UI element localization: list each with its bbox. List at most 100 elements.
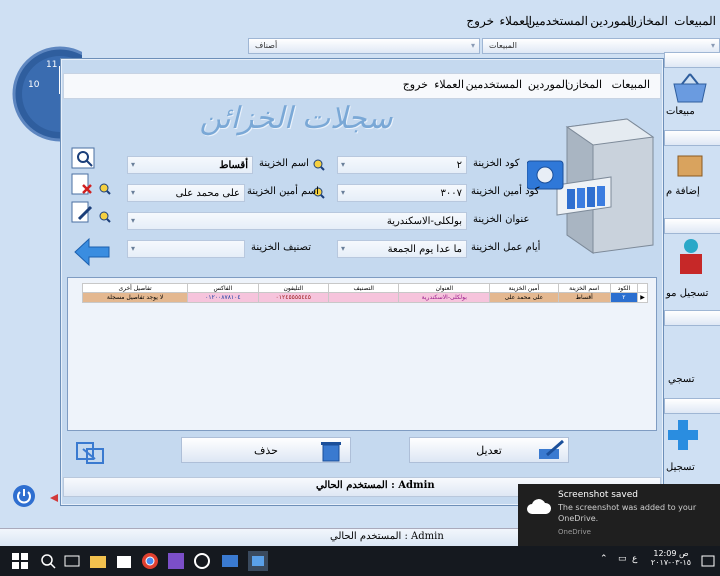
menu-suppliers[interactable]: الموردين bbox=[528, 78, 568, 91]
name-field[interactable]: أقساط bbox=[127, 156, 253, 174]
col-phone[interactable]: التليفون bbox=[257, 283, 329, 293]
windows-start-icon[interactable] bbox=[10, 551, 30, 571]
keeper-name-label: اسم أمين الخزينة bbox=[247, 186, 319, 197]
menu-stores[interactable]: المخازن bbox=[565, 78, 602, 91]
notifications-icon[interactable] bbox=[698, 551, 718, 571]
code-field[interactable]: ٢ bbox=[337, 156, 467, 174]
bg-menu-exit[interactable]: خروج bbox=[466, 14, 494, 28]
search-icon[interactable] bbox=[99, 211, 111, 223]
toast-title: Screenshot saved bbox=[558, 490, 639, 500]
cell-name[interactable]: أقساط bbox=[557, 292, 611, 303]
bg-menubar: المبيعات المخازن الموردين المستخدمين الع… bbox=[0, 10, 720, 36]
bg-panel-items-title: أصناف bbox=[255, 41, 278, 50]
menu-customers[interactable]: العملاء bbox=[434, 78, 464, 91]
language-indicator[interactable]: ع bbox=[632, 554, 637, 564]
bg-menu-stores[interactable]: المخازن bbox=[628, 14, 668, 28]
bg-status-text: المستخدم الحالي : Admin bbox=[330, 531, 444, 542]
chevron-down-icon[interactable]: ▾ bbox=[128, 160, 138, 170]
table-row[interactable]: ▶ ٢ أقساط على محمد على بولكلى-الاسكندرية… bbox=[81, 292, 648, 303]
search-record-icon[interactable] bbox=[71, 147, 97, 171]
col-name[interactable]: اسم الخزينة bbox=[557, 283, 611, 293]
menu-exit[interactable]: خروج bbox=[403, 78, 428, 91]
col-details[interactable]: تفاصيل أخرى bbox=[81, 283, 189, 293]
chevron-down-icon[interactable]: ▾ bbox=[711, 39, 715, 53]
bg-menu-sales[interactable]: المبيعات bbox=[674, 14, 716, 28]
address-field[interactable]: بولكلى-الاسكندرية bbox=[127, 212, 467, 230]
power-icon[interactable] bbox=[12, 484, 36, 508]
chevron-down-icon[interactable]: ▾ bbox=[338, 244, 348, 254]
bg-menu-suppliers[interactable]: الموردين bbox=[590, 14, 634, 28]
treasury-records-window: المبيعات المخازن الموردين المستخدمين الع… bbox=[60, 58, 664, 506]
network-icon[interactable]: ▭ bbox=[618, 554, 627, 564]
search-icon[interactable] bbox=[38, 551, 58, 571]
table-header-row: الكود اسم الخزينة أمين الخزينة العنوان ا… bbox=[81, 283, 648, 293]
file-explorer-icon[interactable] bbox=[88, 551, 108, 571]
keeper-code-field[interactable]: ٣٠٠٧ bbox=[337, 184, 467, 202]
cell-address[interactable]: بولكلى-الاسكندرية bbox=[398, 292, 491, 303]
chevron-down-icon[interactable]: ▾ bbox=[128, 188, 138, 198]
col-code[interactable]: الكود bbox=[609, 283, 639, 293]
back-arrow-icon[interactable] bbox=[73, 237, 111, 267]
col-fax[interactable]: الفاكس bbox=[187, 283, 259, 293]
menu-users[interactable]: المستخدمين bbox=[466, 78, 522, 91]
col-class[interactable]: التصنيف bbox=[327, 283, 400, 293]
bg-sidebar-head-4 bbox=[664, 310, 720, 326]
export-icon[interactable] bbox=[75, 441, 105, 465]
active-app-icon[interactable] bbox=[248, 551, 268, 571]
cell-code[interactable]: ٢ bbox=[609, 292, 639, 303]
search-icon[interactable] bbox=[313, 159, 325, 171]
visual-studio-icon[interactable] bbox=[166, 551, 186, 571]
bg-sidebar-register-2[interactable]: تسجي bbox=[668, 374, 695, 385]
search-icon[interactable] bbox=[99, 183, 111, 195]
col-address[interactable]: العنوان bbox=[398, 283, 491, 293]
store-icon[interactable] bbox=[114, 551, 134, 571]
box-icon[interactable] bbox=[674, 150, 708, 180]
pencil-icon bbox=[539, 439, 564, 459]
task-view-icon[interactable] bbox=[62, 551, 82, 571]
keeper-code-label: كود أمين الخزينة bbox=[471, 186, 540, 197]
chevron-down-icon[interactable]: ▾ bbox=[128, 244, 138, 254]
tray-clock[interactable]: 12:09 ص ١٥-٠٣-٢٠١٧ bbox=[648, 549, 694, 567]
bg-sidebar-sales[interactable]: مبيعات bbox=[666, 106, 695, 117]
col-keeper[interactable]: أمين الخزينة bbox=[489, 283, 559, 293]
cell-phone[interactable]: ٠١٢٤٥٥٥٥٤٤٥ bbox=[257, 292, 329, 303]
tray-arrow-icon[interactable]: ⌃ bbox=[600, 554, 608, 564]
chrome-icon[interactable] bbox=[140, 551, 160, 571]
medical-cross-icon[interactable] bbox=[668, 416, 698, 456]
records-table[interactable]: الكود اسم الخزينة أمين الخزينة العنوان ا… bbox=[81, 283, 648, 303]
bg-sidebar-add[interactable]: إضافة م bbox=[666, 186, 700, 197]
delete-search-icon[interactable] bbox=[71, 173, 97, 197]
class-label: تصنيف الخزينة bbox=[251, 242, 311, 253]
menu-sales[interactable]: المبيعات bbox=[612, 78, 650, 91]
row-selector-arrow-icon[interactable]: ▶ bbox=[637, 292, 648, 303]
bg-sidebar: مبيعات إضافة م تسجيل مو تسجي تسجيل bbox=[664, 52, 720, 492]
edit-button-label: تعديل bbox=[476, 444, 502, 457]
code-label: كود الخزينة bbox=[473, 158, 520, 169]
person-icon[interactable] bbox=[674, 236, 708, 278]
shopping-basket-icon[interactable] bbox=[668, 70, 712, 106]
chevron-down-icon[interactable]: ▾ bbox=[338, 188, 348, 198]
bg-sidebar-head-5 bbox=[664, 398, 720, 414]
media-icon[interactable] bbox=[192, 551, 212, 571]
bg-sidebar-head-3 bbox=[664, 218, 720, 234]
cell-details[interactable]: لا يوجد تفاصيل مسجلة bbox=[81, 292, 189, 303]
bg-sidebar-register[interactable]: تسجيل مو bbox=[666, 288, 708, 299]
bg-menu-customers[interactable]: العملاء bbox=[499, 14, 532, 28]
chevron-down-icon[interactable]: ▾ bbox=[471, 39, 475, 53]
class-field[interactable] bbox=[127, 240, 245, 258]
clock-ten: 10 bbox=[28, 80, 40, 90]
cell-keeper[interactable]: على محمد على bbox=[489, 292, 559, 303]
edit-record-icon[interactable] bbox=[71, 201, 97, 225]
cell-class[interactable] bbox=[327, 292, 400, 303]
bg-sidebar-register-3[interactable]: تسجيل bbox=[666, 462, 695, 473]
days-field[interactable]: ما عدا يوم الجمعة bbox=[337, 240, 467, 258]
bg-menu-users[interactable]: المستخدمين bbox=[527, 14, 588, 28]
arrow-left-icon bbox=[50, 494, 58, 502]
taskbar: ⌃ ▭ ع 12:09 ص ١٥-٠٣-٢٠١٧ bbox=[0, 546, 720, 576]
cell-fax[interactable]: ٠١٢٠٠٨٧٨١٠٤ bbox=[187, 292, 259, 303]
notification-toast[interactable]: Screenshot saved The screenshot was adde… bbox=[518, 484, 720, 546]
app-icon[interactable] bbox=[220, 551, 240, 571]
chevron-down-icon[interactable]: ▾ bbox=[128, 216, 138, 226]
chevron-down-icon[interactable]: ▾ bbox=[338, 160, 348, 170]
keeper-name-field[interactable]: على محمد على bbox=[127, 184, 245, 202]
